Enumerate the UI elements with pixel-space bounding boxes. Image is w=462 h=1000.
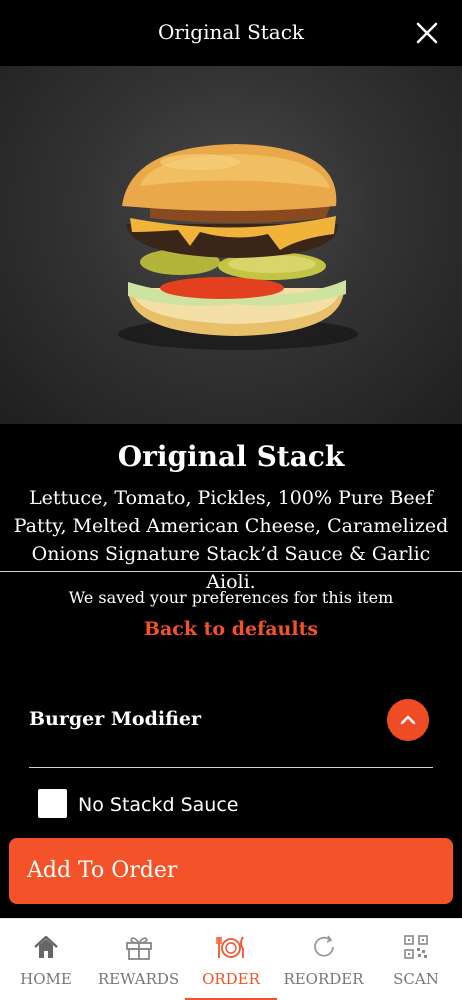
tab-label: HOME <box>20 970 72 988</box>
add-to-order-button[interactable]: Add To Order <box>9 838 453 904</box>
qr-code-icon <box>404 935 428 959</box>
gift-icon <box>125 937 152 960</box>
saved-preferences-text: We saved your preferences for this item <box>68 588 394 607</box>
tab-scan[interactable]: SCAN <box>370 919 462 1000</box>
chevron-up-icon <box>400 715 416 725</box>
bottom-tab-bar: HOME REWARDS ORDER REORDER SCAN <box>0 918 462 1000</box>
modifier-title: Burger Modifier <box>29 708 202 730</box>
tab-order[interactable]: ORDER <box>185 919 277 1000</box>
close-icon[interactable] <box>414 20 440 46</box>
tab-home[interactable]: HOME <box>0 919 92 1000</box>
tab-label: SCAN <box>393 970 439 988</box>
tab-label: ORDER <box>202 970 260 988</box>
back-to-defaults-link[interactable]: Back to defaults <box>0 618 462 640</box>
tab-label: REORDER <box>283 970 364 988</box>
plate-icon <box>216 936 244 958</box>
page-title: Original Stack <box>157 20 305 44</box>
top-bar: Original Stack <box>0 0 462 66</box>
divider <box>0 571 462 572</box>
tab-rewards[interactable]: REWARDS <box>92 919 185 1000</box>
home-icon <box>34 935 58 958</box>
modifier-collapse-button[interactable] <box>387 699 429 741</box>
no-stackd-sauce-checkbox[interactable] <box>38 789 67 818</box>
modifier-option-label: No Stackd Sauce <box>78 794 239 816</box>
item-photo <box>0 66 462 424</box>
tab-reorder[interactable]: REORDER <box>277 919 370 1000</box>
add-to-order-label: Add To Order <box>27 858 178 883</box>
tab-label: REWARDS <box>97 970 180 988</box>
divider <box>29 767 433 768</box>
item-description: Lettuce, Tomato, Pickles, 100% Pure Beef… <box>13 487 449 593</box>
item-name: Original Stack <box>117 440 345 473</box>
refresh-icon <box>313 935 334 957</box>
